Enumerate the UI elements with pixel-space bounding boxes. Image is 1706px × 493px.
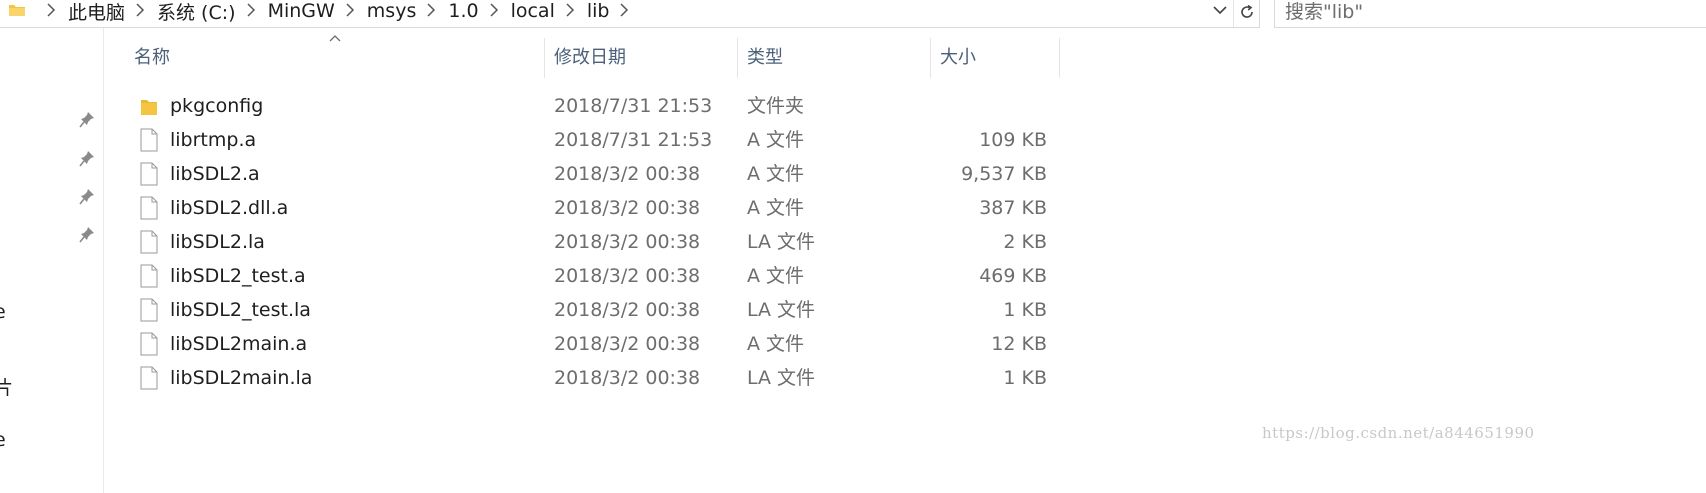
file-date-modified: 2018/7/31 21:53 — [554, 95, 713, 117]
file-type: A 文件 — [747, 333, 805, 355]
file-name[interactable]: libSDL2main.la — [170, 360, 312, 394]
folder-icon — [141, 100, 157, 115]
chevron-right-icon[interactable] — [246, 3, 256, 17]
file-row[interactable]: pkgconfig 2018/7/31 21:53 文件夹 — [0, 88, 1100, 122]
file-icon — [140, 298, 158, 322]
file-type: A 文件 — [747, 197, 805, 219]
file-size: 1 KB — [1003, 299, 1047, 321]
chevron-down-icon — [1213, 6, 1227, 15]
address-history-dropdown[interactable] — [1207, 0, 1233, 27]
nav-item-label-fragment[interactable]: e — [0, 430, 6, 450]
file-row[interactable]: libSDL2.a 2018/3/2 00:38 A 文件 9,537 KB — [0, 156, 1100, 190]
file-name[interactable]: libSDL2.dll.a — [170, 190, 288, 224]
breadcrumb-item-local[interactable]: local — [511, 0, 555, 22]
file-date-modified: 2018/3/2 00:38 — [554, 333, 701, 355]
file-size: 109 KB — [979, 129, 1047, 151]
file-type: A 文件 — [747, 129, 805, 151]
file-row[interactable]: libSDL2main.la 2018/3/2 00:38 LA 文件 1 KB — [0, 360, 1100, 394]
file-size: 469 KB — [979, 265, 1047, 287]
file-list[interactable]: pkgconfig 2018/7/31 21:53 文件夹 librtmp.a … — [0, 88, 1706, 394]
file-date-modified: 2018/7/31 21:53 — [554, 129, 713, 151]
search-input[interactable] — [1285, 0, 1685, 23]
file-icon — [140, 196, 158, 220]
refresh-button[interactable] — [1233, 0, 1259, 27]
file-icon — [140, 366, 158, 390]
column-header-type[interactable]: 类型 — [738, 38, 931, 78]
breadcrumb-item-1-0[interactable]: 1.0 — [448, 0, 478, 22]
file-icon — [140, 264, 158, 288]
file-icon — [140, 332, 158, 356]
file-row[interactable]: librtmp.a 2018/7/31 21:53 A 文件 109 KB — [0, 122, 1100, 156]
file-size: 12 KB — [991, 333, 1047, 355]
file-row[interactable]: libSDL2main.a 2018/3/2 00:38 A 文件 12 KB — [0, 326, 1100, 360]
file-date-modified: 2018/3/2 00:38 — [554, 163, 701, 185]
file-type: 文件夹 — [747, 95, 805, 117]
breadcrumb-item-msys[interactable]: msys — [367, 0, 417, 22]
chevron-right-icon[interactable] — [426, 3, 436, 17]
file-size: 9,537 KB — [961, 163, 1047, 185]
breadcrumb-item-mingw[interactable]: MinGW — [268, 0, 335, 22]
file-type: A 文件 — [747, 163, 805, 185]
breadcrumb-item-this-pc[interactable]: 此电脑 — [68, 0, 125, 25]
file-icon — [140, 162, 158, 186]
file-date-modified: 2018/3/2 00:38 — [554, 367, 701, 389]
file-date-modified: 2018/3/2 00:38 — [554, 197, 701, 219]
breadcrumb: 此电脑 系统 (C:) MinGW msys 1.0 local lib — [36, 0, 641, 27]
file-date-modified: 2018/3/2 00:38 — [554, 265, 701, 287]
file-date-modified: 2018/3/2 00:38 — [554, 299, 701, 321]
chevron-right-icon — [47, 3, 56, 17]
chevron-right-icon[interactable] — [565, 3, 575, 17]
file-name[interactable]: pkgconfig — [170, 88, 263, 122]
file-size: 387 KB — [979, 197, 1047, 219]
file-size — [940, 88, 1047, 122]
column-header-name[interactable]: 名称 — [125, 38, 545, 78]
address-bar[interactable]: 此电脑 系统 (C:) MinGW msys 1.0 local lib — [0, 0, 1260, 28]
file-name[interactable]: libSDL2.la — [170, 224, 265, 258]
file-icon — [140, 128, 158, 152]
search-box[interactable] — [1274, 0, 1706, 28]
file-size: 1 KB — [1003, 367, 1047, 389]
file-date-modified: 2018/3/2 00:38 — [554, 231, 701, 253]
file-name[interactable]: libSDL2.a — [170, 156, 260, 190]
breadcrumb-item-lib[interactable]: lib — [587, 0, 610, 22]
chevron-right-icon[interactable] — [489, 3, 499, 17]
column-header-size[interactable]: 大小 — [931, 38, 1060, 78]
file-row[interactable]: libSDL2_test.a 2018/3/2 00:38 A 文件 469 K… — [0, 258, 1100, 292]
file-row[interactable]: libSDL2_test.la 2018/3/2 00:38 LA 文件 1 K… — [0, 292, 1100, 326]
file-row[interactable]: libSDL2.dll.a 2018/3/2 00:38 A 文件 387 KB — [0, 190, 1100, 224]
file-row[interactable]: libSDL2.la 2018/3/2 00:38 LA 文件 2 KB — [0, 224, 1100, 258]
file-type: LA 文件 — [747, 299, 816, 321]
refresh-icon — [1240, 4, 1253, 18]
chevron-right-icon[interactable] — [135, 3, 145, 17]
file-type: LA 文件 — [747, 367, 816, 389]
file-size: 2 KB — [1003, 231, 1047, 253]
file-name[interactable]: libSDL2_test.a — [170, 258, 306, 292]
watermark: https://blog.csdn.net/a844651990 — [1262, 424, 1535, 442]
file-type: LA 文件 — [747, 231, 816, 253]
file-name[interactable]: libSDL2_test.la — [170, 292, 311, 326]
column-header-date-modified[interactable]: 修改日期 — [545, 38, 738, 78]
file-name[interactable]: libSDL2main.a — [170, 326, 307, 360]
file-icon — [140, 230, 158, 254]
folder-icon — [9, 5, 25, 16]
file-type: A 文件 — [747, 265, 805, 287]
file-name[interactable]: librtmp.a — [170, 122, 256, 156]
chevron-right-icon[interactable] — [345, 3, 355, 17]
chevron-right-icon[interactable] — [619, 3, 629, 17]
breadcrumb-item-system-c[interactable]: 系统 (C:) — [157, 0, 236, 25]
